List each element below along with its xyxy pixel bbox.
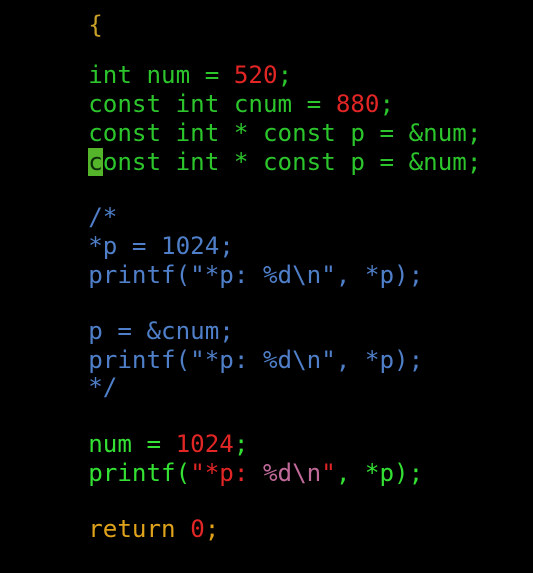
code-line-comment-3[interactable]: p = &cnum;	[30, 288, 234, 345]
code-line-2[interactable]: const int cnum = 880;	[30, 61, 394, 118]
keyword-token: int	[175, 148, 220, 176]
code-line-comment-close[interactable]: */	[30, 344, 117, 401]
code-line-comment-open[interactable]: /*	[30, 174, 117, 231]
comment-token: */	[88, 373, 118, 401]
keyword-token: onst	[102, 148, 162, 176]
argument-token: , *p);	[335, 459, 424, 487]
code-line-4[interactable]: const int * const p = &num;	[30, 119, 481, 176]
format-specifier: %d\n	[263, 459, 322, 487]
string-literal: "*p:	[190, 459, 263, 487]
identifier-token: p	[350, 148, 365, 176]
comment-token: printf("*p: %d\n", *p);	[88, 261, 424, 289]
operator-token: =	[364, 148, 409, 176]
return-keyword: return	[88, 515, 176, 543]
text-cursor[interactable]: c	[88, 148, 103, 176]
operator-token: *	[219, 148, 263, 176]
number-literal: 0	[190, 515, 205, 543]
code-editor[interactable]: { int num = 520; const int cnum = 880; c…	[0, 0, 533, 543]
semicolon-token: ;	[466, 148, 482, 176]
code-line-comment-1[interactable]: *p = 1024;	[30, 203, 234, 260]
code-line-comment-4[interactable]: printf("*p: %d\n", *p);	[30, 317, 423, 374]
function-call-token: printf(	[88, 459, 191, 487]
comment-token: printf("*p: %d\n", *p);	[88, 346, 424, 374]
code-line-return[interactable]: return 0;	[30, 486, 219, 543]
identifier-token: &num	[408, 148, 467, 176]
keyword-token: const	[263, 148, 336, 176]
code-line-printf[interactable]: printf("*p: %d\n", *p);	[30, 430, 423, 487]
code-line-3[interactable]: const int * const p = &num;	[30, 90, 481, 147]
code-line-assign[interactable]: num = 1024;	[30, 401, 248, 458]
code-line-1[interactable]: int num = 520;	[30, 32, 292, 89]
semicolon-token: ;	[204, 515, 220, 543]
code-line-comment-2[interactable]: printf("*p: %d\n", *p);	[30, 232, 423, 289]
code-line-fragment: {	[88, 11, 103, 39]
string-quote: "	[321, 459, 336, 487]
